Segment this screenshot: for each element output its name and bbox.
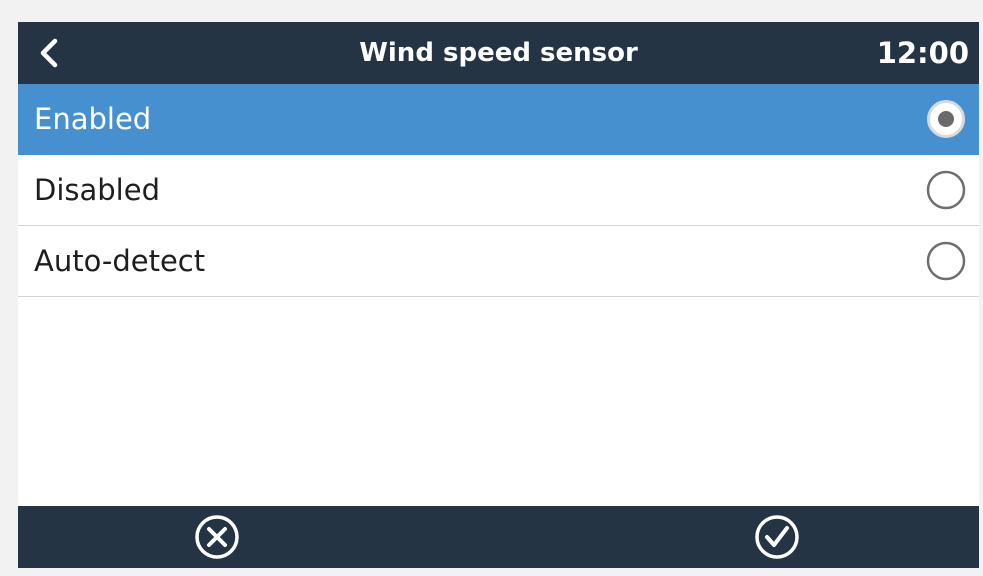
- cancel-circle-icon: [195, 515, 239, 559]
- radio-unselected-icon[interactable]: [926, 170, 966, 210]
- option-list: Enabled Disabled Auto-detect: [18, 84, 979, 297]
- clock: 12:00: [876, 36, 969, 70]
- checkmark-circle-icon: [755, 515, 799, 559]
- option-auto-detect[interactable]: Auto-detect: [18, 226, 979, 297]
- footer-bar: [18, 506, 979, 568]
- radio-unselected-icon[interactable]: [926, 241, 966, 281]
- chevron-left-icon: [40, 38, 58, 68]
- option-label: Disabled: [34, 173, 160, 207]
- option-label: Enabled: [34, 102, 152, 136]
- back-button[interactable]: [28, 32, 70, 74]
- app-screen: Wind speed sensor 12:00 Enabled Disabled…: [18, 22, 979, 568]
- radio-selected-icon[interactable]: [926, 99, 966, 139]
- confirm-button[interactable]: [752, 514, 802, 560]
- header-bar: Wind speed sensor 12:00: [18, 22, 979, 84]
- page-title: Wind speed sensor: [359, 38, 638, 68]
- option-disabled[interactable]: Disabled: [18, 155, 979, 226]
- cancel-button[interactable]: [192, 514, 242, 560]
- option-enabled[interactable]: Enabled: [18, 84, 979, 155]
- option-label: Auto-detect: [34, 244, 206, 278]
